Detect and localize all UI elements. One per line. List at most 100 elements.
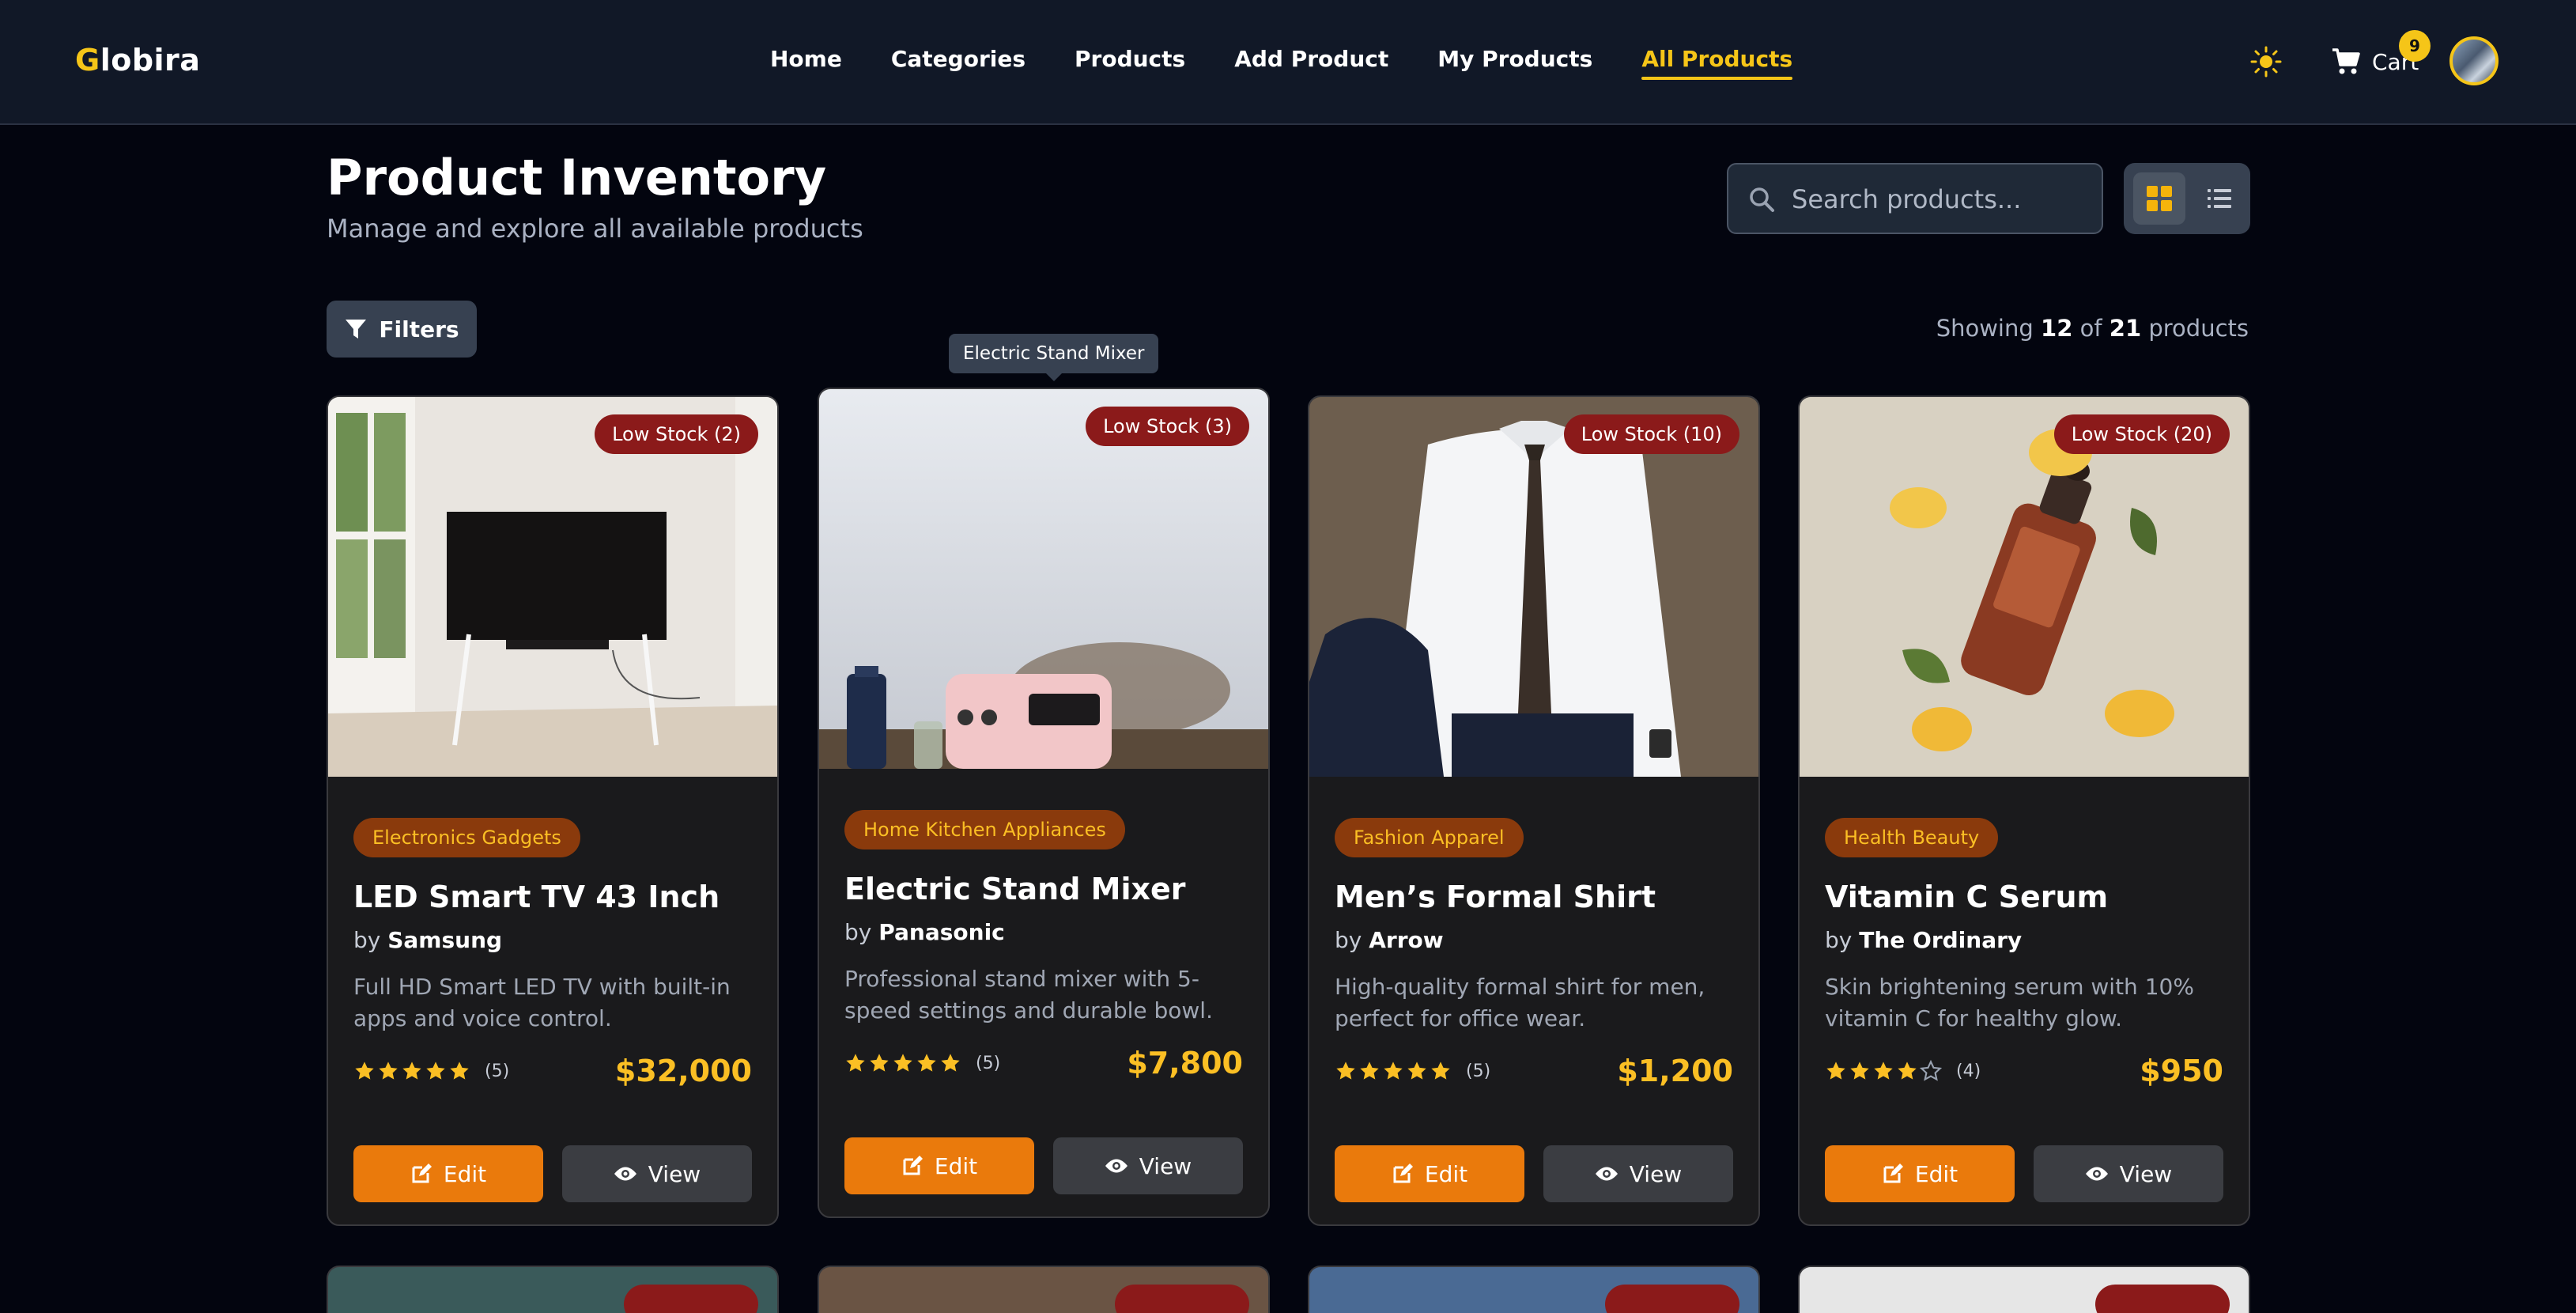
- view-button[interactable]: View: [562, 1145, 752, 1202]
- by-label: by: [844, 919, 872, 945]
- product-card[interactable]: Low Stock (20) Health Beauty Vitamin C S…: [1798, 395, 2250, 1226]
- product-brand: by Panasonic: [844, 919, 1005, 945]
- star-icon: [402, 1061, 421, 1080]
- product-description: High-quality formal shirt for men, perfe…: [1335, 974, 1705, 1031]
- edit-icon: [1393, 1164, 1413, 1183]
- page-subtitle: Manage and explore all available product…: [327, 214, 863, 244]
- product-card[interactable]: [327, 1266, 779, 1313]
- nav-add-product[interactable]: Add Product: [1234, 46, 1388, 80]
- eye-icon: [2085, 1167, 2108, 1181]
- nav-products[interactable]: Products: [1075, 46, 1185, 80]
- brand-name: The Ordinary: [1859, 927, 2023, 953]
- star-icon: [1431, 1061, 1450, 1080]
- product-image: [1309, 397, 1758, 777]
- search-box: [1727, 163, 2103, 234]
- filters-label: Filters: [379, 316, 459, 342]
- product-price: $32,000: [614, 1054, 752, 1088]
- edit-button[interactable]: Edit: [1335, 1145, 1524, 1202]
- product-card[interactable]: Low Stock (2) Electronics Gadgets LED Sm…: [327, 395, 779, 1226]
- cart-icon: [2332, 48, 2360, 74]
- edit-label: Edit: [1914, 1160, 1958, 1187]
- product-tooltip: Electric Stand Mixer: [949, 334, 1159, 381]
- product-description: Full HD Smart LED TV with built-in apps …: [353, 974, 731, 1031]
- list-view-icon: [2208, 189, 2231, 208]
- product-name: Electric Stand Mixer: [844, 872, 1186, 906]
- brand-name: Samsung: [387, 927, 503, 953]
- list-view-button[interactable]: [2193, 172, 2246, 225]
- product-description: Professional stand mixer with 5-speed se…: [844, 966, 1213, 1024]
- star-icon: [1826, 1061, 1845, 1080]
- serum-product-image: [1800, 397, 2249, 777]
- edit-button[interactable]: Edit: [353, 1145, 543, 1202]
- top-navbar: Globira Home Categories Products Add Pro…: [0, 0, 2576, 125]
- category-badge: Electronics Gadgets: [353, 818, 580, 857]
- eye-icon: [1595, 1167, 1618, 1181]
- stock-badge: Low Stock (20): [2053, 414, 2230, 454]
- star-icon: [1898, 1061, 1917, 1080]
- edit-label: Edit: [443, 1160, 487, 1187]
- edit-button[interactable]: Edit: [1825, 1145, 2015, 1202]
- star-icon: [846, 1054, 865, 1072]
- tv-product-image: [328, 397, 777, 777]
- product-card[interactable]: [818, 1266, 1270, 1313]
- edit-icon: [903, 1156, 923, 1175]
- showing-count: 12: [2041, 315, 2073, 342]
- star-icon: [450, 1061, 469, 1080]
- stock-badge: Low Stock (2): [595, 414, 758, 454]
- nav-categories[interactable]: Categories: [891, 46, 1025, 80]
- view-button[interactable]: View: [1053, 1137, 1243, 1194]
- star-icon: [870, 1054, 889, 1072]
- logo-initial: G: [75, 43, 100, 78]
- brand-name: Arrow: [1369, 927, 1444, 953]
- nav-home[interactable]: Home: [770, 46, 842, 80]
- edit-icon: [1883, 1164, 1903, 1183]
- star-icon: [355, 1061, 374, 1080]
- product-card[interactable]: Low Stock (10) Fashion Apparel Men’s For…: [1308, 395, 1760, 1226]
- eye-icon: [614, 1167, 636, 1181]
- results-count: Showing 12 of 21 products: [1936, 315, 2249, 342]
- category-badge: Fashion Apparel: [1335, 818, 1524, 857]
- avatar[interactable]: [2449, 36, 2499, 85]
- view-button[interactable]: View: [1543, 1145, 1733, 1202]
- star-icon: [1384, 1061, 1403, 1080]
- grid-view-button[interactable]: [2133, 172, 2185, 225]
- brand-name: Panasonic: [878, 919, 1005, 945]
- product-description: Skin brightening serum with 10% vitamin …: [1825, 974, 2194, 1031]
- product-name: LED Smart TV 43 Inch: [353, 880, 720, 914]
- sun-icon[interactable]: [2250, 46, 2282, 78]
- star-icon: [1874, 1061, 1893, 1080]
- star-icon: [893, 1054, 912, 1072]
- filters-button[interactable]: Filters: [327, 301, 477, 358]
- stock-badge: Low Stock (10): [1563, 414, 1739, 454]
- product-card[interactable]: [1798, 1266, 2250, 1313]
- showing-prefix: Showing: [1936, 315, 2034, 342]
- star-icon: [379, 1061, 398, 1080]
- star-icon: [917, 1054, 936, 1072]
- view-label: View: [648, 1160, 701, 1187]
- star-rating: (5): [353, 1060, 509, 1082]
- by-label: by: [1335, 927, 1362, 953]
- logo-text: lobira: [100, 43, 201, 78]
- stock-badge: [1115, 1285, 1249, 1313]
- star-icon: [1336, 1061, 1355, 1080]
- cart-count-badge: 9: [2399, 30, 2431, 62]
- edit-icon: [412, 1164, 432, 1183]
- rating-count: (5): [976, 1053, 1001, 1073]
- search-input[interactable]: [1790, 165, 2094, 234]
- product-card[interactable]: Low Stock (3) Home Kitchen Appliances El…: [818, 388, 1270, 1218]
- stock-badge: [624, 1285, 758, 1313]
- star-icon: [1360, 1061, 1379, 1080]
- edit-button[interactable]: Edit: [844, 1137, 1034, 1194]
- nav-all-products[interactable]: All Products: [1641, 46, 1792, 80]
- product-brand: by Arrow: [1335, 927, 1444, 953]
- by-label: by: [1825, 927, 1853, 953]
- brand-logo[interactable]: Globira: [75, 43, 200, 78]
- view-button[interactable]: View: [2034, 1145, 2223, 1202]
- view-label: View: [1629, 1160, 1683, 1187]
- product-card[interactable]: [1308, 1266, 1760, 1313]
- rating-count: (4): [1956, 1061, 1981, 1081]
- showing-of: of: [2079, 315, 2102, 342]
- filter-icon: [346, 320, 367, 339]
- category-badge: Home Kitchen Appliances: [844, 810, 1125, 849]
- nav-my-products[interactable]: My Products: [1437, 46, 1592, 80]
